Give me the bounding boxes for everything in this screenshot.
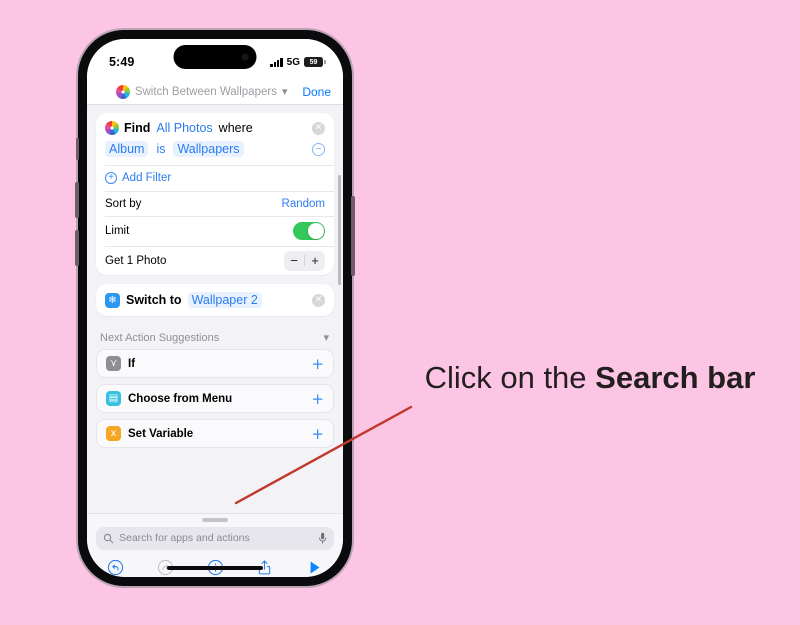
- list-item[interactable]: x Set Variable +: [96, 419, 334, 448]
- suggestions-title: Next Action Suggestions: [100, 331, 220, 344]
- find-action-header[interactable]: Find All Photos where ✕: [96, 113, 334, 139]
- if-icon: ⋎: [106, 356, 121, 371]
- find-filter-row[interactable]: Album is Wallpapers −: [96, 139, 334, 165]
- shortcut-editor-canvas: Find All Photos where ✕ Album is Wallpap…: [87, 105, 343, 513]
- find-source-token[interactable]: All Photos: [155, 120, 213, 136]
- close-circle-icon[interactable]: ✕: [312, 293, 325, 307]
- quantity-stepper[interactable]: − +: [284, 250, 325, 271]
- limit-toggle[interactable]: [293, 221, 325, 241]
- chevron-down-icon[interactable]: ▾: [323, 331, 329, 344]
- plus-icon[interactable]: +: [311, 391, 324, 406]
- scrollbar[interactable]: [338, 175, 341, 285]
- volume-down-button[interactable]: [75, 230, 79, 266]
- list-item[interactable]: ⋎ If +: [96, 349, 334, 378]
- sheet-grabber[interactable]: [202, 518, 228, 522]
- instruction-prefix: Click on the: [424, 360, 596, 395]
- status-time: 5:49: [109, 55, 135, 69]
- volume-up-button[interactable]: [75, 182, 79, 218]
- battery-icon: 59: [304, 56, 326, 68]
- limit-row[interactable]: Limit: [96, 217, 334, 246]
- action-card-find[interactable]: Find All Photos where ✕ Album is Wallpap…: [96, 113, 334, 275]
- suggestion-label: Set Variable: [128, 427, 194, 440]
- navigation-bar: Switch Between Wallpapers ▾ Done: [87, 79, 343, 105]
- find-keyword: Find: [124, 121, 151, 135]
- photos-app-icon: [105, 121, 119, 135]
- suggestion-label: If: [128, 357, 136, 370]
- power-button[interactable]: [351, 196, 355, 276]
- filter-field-token[interactable]: Album: [105, 141, 149, 157]
- suggestion-label: Choose from Menu: [128, 392, 233, 405]
- plus-icon[interactable]: +: [311, 356, 324, 371]
- filter-operator-token[interactable]: is: [155, 141, 166, 157]
- home-indicator[interactable]: [167, 566, 263, 570]
- search-placeholder: Search for apps and actions: [119, 532, 250, 544]
- bottom-panel: Search for apps and actions: [87, 513, 343, 577]
- list-item[interactable]: ▤ Choose from Menu +: [96, 384, 334, 413]
- editor-toolbar: [96, 550, 334, 576]
- status-bar: 5:49 5G 59: [87, 39, 343, 79]
- switch-to-row[interactable]: ❄ Switch to Wallpaper 2 ✕: [96, 284, 334, 316]
- done-button[interactable]: Done: [302, 85, 331, 99]
- dynamic-island: [173, 45, 257, 69]
- shortcut-title-group[interactable]: Switch Between Wallpapers ▾: [101, 84, 302, 99]
- get-photo-label: Get 1 Photo: [105, 254, 167, 267]
- stepper-increment-button[interactable]: +: [305, 251, 325, 271]
- phone-screen: 5:49 5G 59 Switch Between Wallpapers ▾ D…: [87, 39, 343, 577]
- variable-icon: x: [106, 426, 121, 441]
- get-photo-row[interactable]: Get 1 Photo − +: [96, 246, 334, 275]
- settings-app-icon: ❄: [105, 292, 120, 308]
- search-input[interactable]: Search for apps and actions: [96, 526, 334, 550]
- close-circle-icon[interactable]: ✕: [312, 121, 325, 135]
- chevron-down-icon[interactable]: ▾: [282, 85, 288, 98]
- toggle-knob: [308, 223, 324, 239]
- switch-to-parameter[interactable]: Wallpaper 2: [187, 292, 262, 308]
- instruction-text: Click on the Search bar: [400, 356, 780, 401]
- microphone-icon[interactable]: [318, 532, 327, 545]
- limit-label: Limit: [105, 225, 130, 237]
- undo-icon[interactable]: [107, 559, 124, 576]
- action-card-switch-to[interactable]: ❄ Switch to Wallpaper 2 ✕: [96, 284, 334, 316]
- phone-frame: 5:49 5G 59 Switch Between Wallpapers ▾ D…: [75, 30, 355, 586]
- stepper-decrement-button[interactable]: −: [284, 251, 304, 271]
- cellular-bars-icon: [270, 57, 283, 67]
- menu-icon: ▤: [106, 391, 121, 406]
- minus-circle-icon[interactable]: −: [312, 142, 325, 156]
- instruction-target: Search bar: [595, 360, 756, 395]
- add-filter-label: Add Filter: [122, 172, 172, 184]
- filter-value-token[interactable]: Wallpapers: [173, 141, 244, 157]
- plus-circle-icon: +: [105, 172, 117, 184]
- page-title: Switch Between Wallpapers: [134, 85, 277, 98]
- photos-app-icon: [115, 84, 130, 99]
- next-action-suggestions-header[interactable]: Next Action Suggestions ▾: [96, 325, 334, 349]
- find-where-keyword: where: [218, 121, 253, 135]
- network-type-label: 5G: [286, 56, 300, 68]
- play-icon[interactable]: [306, 559, 323, 576]
- front-camera-icon: [241, 53, 249, 61]
- silent-switch[interactable]: [76, 138, 79, 160]
- sort-by-label: Sort by: [105, 197, 142, 210]
- plus-icon[interactable]: +: [311, 426, 324, 441]
- switch-to-label: Switch to: [126, 293, 182, 307]
- add-filter-row[interactable]: + Add Filter: [96, 166, 334, 191]
- status-indicators: 5G 59: [270, 51, 326, 68]
- sort-by-row[interactable]: Sort by Random: [96, 191, 334, 216]
- sort-by-value[interactable]: Random: [282, 198, 325, 210]
- search-icon: [103, 533, 114, 543]
